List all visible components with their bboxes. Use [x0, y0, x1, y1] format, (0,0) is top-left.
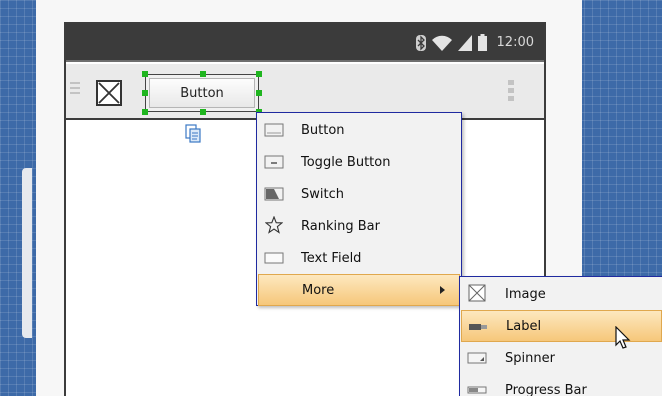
status-bar: 12:00 [66, 24, 544, 62]
resize-handle-nw[interactable] [142, 71, 148, 77]
menu-item-toggle-button[interactable]: Toggle Button [258, 146, 460, 178]
submenu-item-label[interactable]: Label [461, 310, 662, 342]
resource-catalog-icon[interactable] [185, 124, 201, 144]
menu-item-ranking-bar[interactable]: Ranking Bar [258, 210, 460, 242]
resize-handle-sw[interactable] [142, 109, 148, 115]
bluetooth-icon [415, 34, 426, 51]
star-icon [264, 216, 284, 234]
submenu-item-progress-bar[interactable]: Progress Bar [461, 374, 662, 396]
menu-item-switch[interactable]: Switch [258, 178, 460, 210]
mouse-cursor-icon [615, 326, 631, 349]
text-field-icon [264, 250, 284, 266]
progress-bar-icon [467, 382, 487, 396]
menu-item-text-field[interactable]: Text Field [258, 242, 460, 274]
side-panel-tab[interactable] [22, 168, 32, 338]
resize-handle-w[interactable] [142, 90, 148, 96]
menu-item-label: Text Field [301, 250, 362, 266]
menu-item-label: Toggle Button [301, 154, 391, 170]
menu-item-label: Ranking Bar [301, 218, 380, 234]
image-placeholder-icon[interactable] [96, 80, 122, 106]
submenu-item-spinner[interactable]: Spinner [461, 342, 662, 374]
toggle-button-icon [264, 154, 284, 170]
wifi-icon [431, 35, 452, 51]
menu-item-label: Progress Bar [505, 382, 587, 396]
submenu-arrow-icon [440, 286, 445, 294]
resize-handle-s[interactable] [200, 109, 206, 115]
resize-handle-ne[interactable] [256, 71, 262, 77]
resize-handle-e[interactable] [256, 90, 262, 96]
button-icon [264, 122, 284, 138]
menu-item-label: Switch [301, 186, 344, 202]
signal-icon [457, 34, 472, 51]
menu-item-button[interactable]: Button [258, 114, 460, 146]
switch-icon [264, 186, 284, 202]
menu-item-label: Button [301, 122, 345, 138]
button-label: Button [149, 78, 255, 108]
menu-item-more[interactable]: More [258, 274, 460, 306]
overflow-menu-icon[interactable] [508, 80, 514, 104]
battery-icon [477, 34, 487, 51]
spinner-icon [467, 350, 487, 366]
selected-button-widget[interactable]: Button [142, 71, 262, 115]
menu-item-label: Spinner [505, 350, 555, 366]
label-icon [468, 319, 488, 335]
more-submenu: Image Label Spinner Progress Bar [459, 276, 662, 396]
menu-item-label: Image [505, 286, 546, 302]
menu-item-label: More [302, 282, 335, 298]
status-time: 12:00 [496, 35, 534, 50]
image-icon [467, 284, 487, 302]
resize-handle-n[interactable] [200, 71, 206, 77]
menu-item-label: Label [506, 318, 542, 334]
submenu-item-image[interactable]: Image [461, 278, 662, 310]
hamburger-icon[interactable] [70, 82, 80, 100]
context-menu: Button Toggle Button Switch Ranking Bar … [256, 112, 462, 306]
